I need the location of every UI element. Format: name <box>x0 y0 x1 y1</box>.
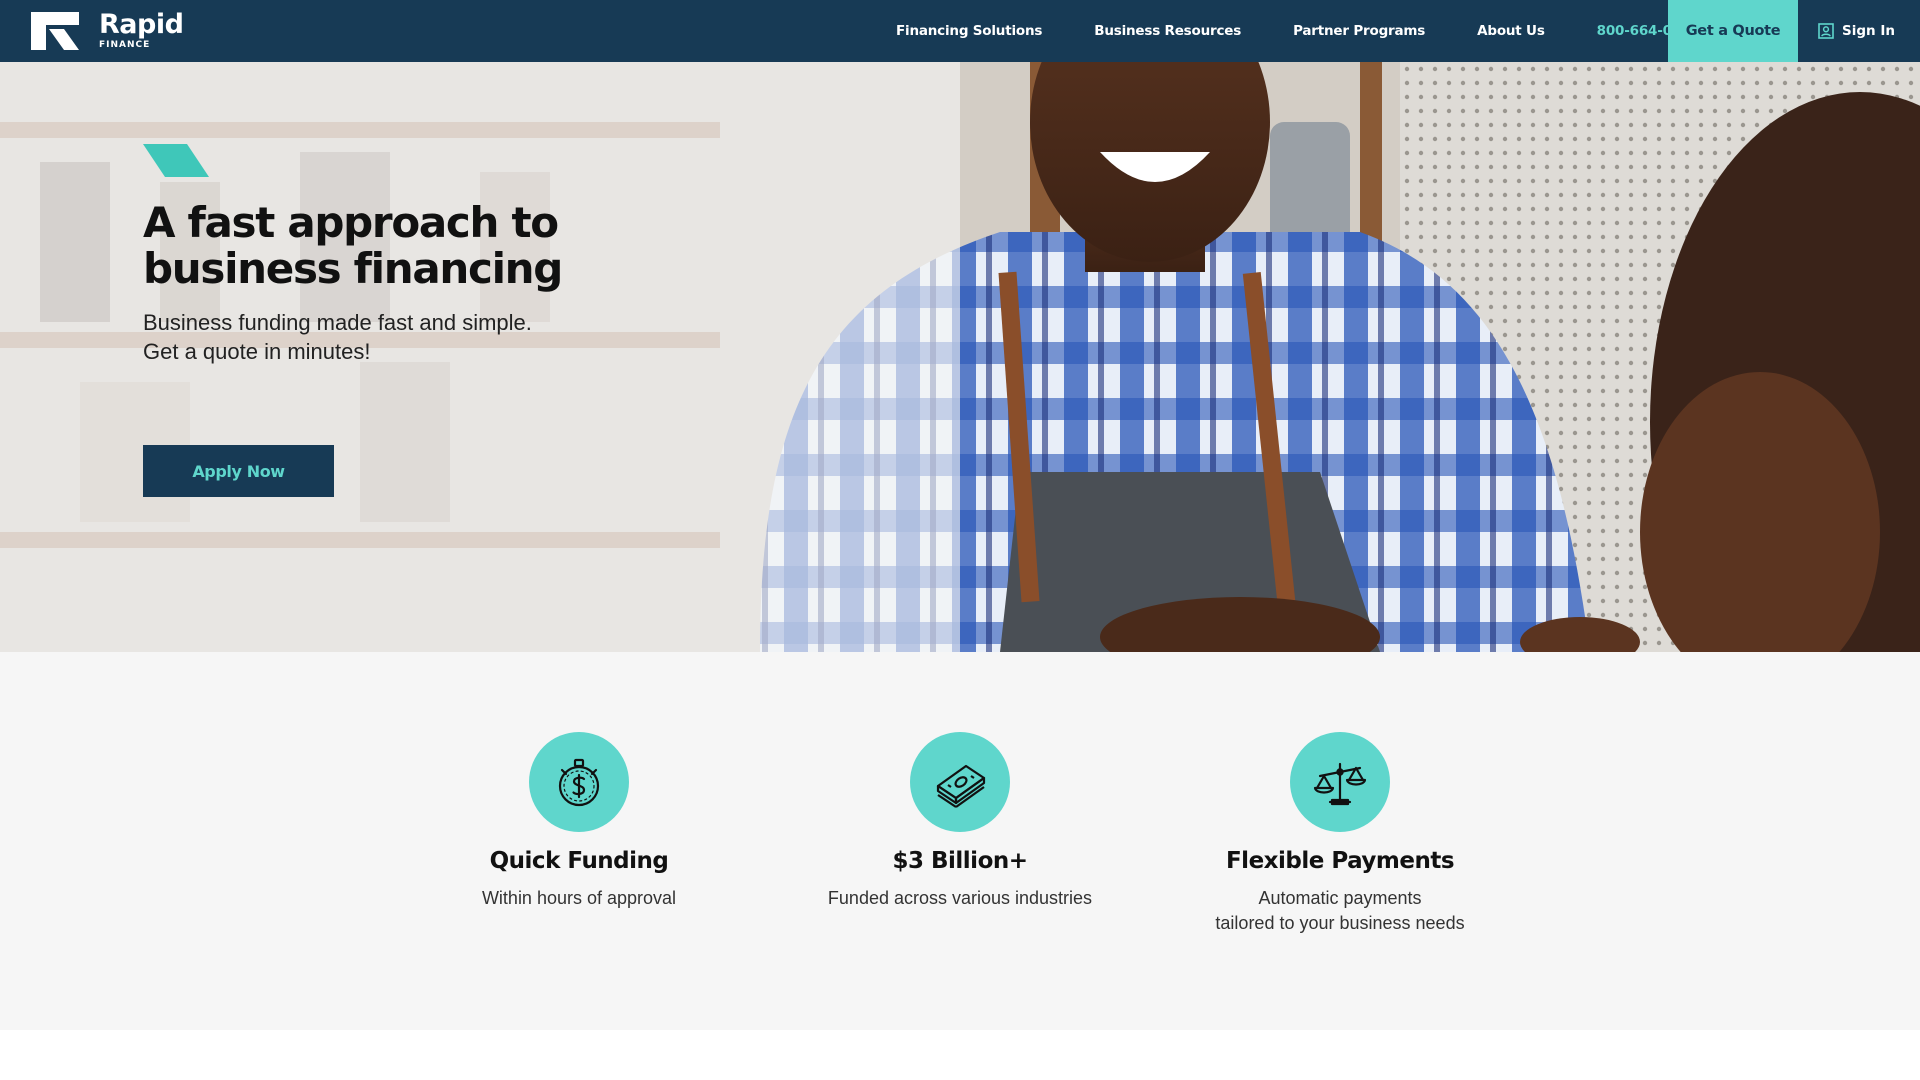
hero-subtitle: Business funding made fast and simple. G… <box>143 308 703 366</box>
sign-in-link[interactable]: Sign In <box>1818 0 1895 62</box>
feature-title: $3 Billion+ <box>892 848 1028 874</box>
feature-description: Within hours of approval <box>482 886 676 911</box>
apply-now-button[interactable]: Apply Now <box>143 445 334 497</box>
feature-icon-circle <box>910 732 1010 832</box>
top-nav: Rapid FINANCE Financing Solutions Busine… <box>0 0 1920 62</box>
nav-business-resources[interactable]: Business Resources <box>1068 23 1267 39</box>
feature-description-line: Within hours of approval <box>481 888 677 908</box>
feature-icon-circle <box>529 732 629 832</box>
nav-partner-programs[interactable]: Partner Programs <box>1267 23 1451 39</box>
features-section: Quick Funding Within hours of approval $… <box>0 652 1920 1030</box>
user-account-icon <box>1818 23 1834 39</box>
feature-icon-circle <box>1290 732 1390 832</box>
feature-description: Funded across various industries <box>828 886 1092 911</box>
feature-3-billion: $3 Billion+ Funded across various indust… <box>770 732 1150 911</box>
feature-flexible-payments: Flexible Payments Automatic payments tai… <box>1150 732 1530 936</box>
feature-quick-funding: Quick Funding Within hours of approval <box>389 732 769 911</box>
balance-scale-icon <box>1313 762 1367 806</box>
page-bottom <box>0 1030 1920 1080</box>
feature-description-line: Automatic payments <box>1258 888 1422 908</box>
nav-about-us[interactable]: About Us <box>1451 23 1571 39</box>
nav-links: Financing Solutions Business Resources P… <box>870 0 1725 62</box>
brand-logo[interactable]: Rapid FINANCE <box>31 9 184 50</box>
get-a-quote-button[interactable]: Get a Quote <box>1668 0 1798 62</box>
money-stack-icon <box>936 764 986 808</box>
feature-description-line: Funded across various industries <box>827 888 1093 908</box>
feature-description: Automatic payments tailored to your busi… <box>1215 886 1464 936</box>
hero-section: A fast approach to business financing Bu… <box>0 62 1920 652</box>
hero-subtitle-line: Business funding made fast and simple. <box>143 310 532 335</box>
sign-in-label: Sign In <box>1842 23 1895 39</box>
rapid-logo-icon <box>31 12 79 50</box>
nav-financing-solutions[interactable]: Financing Solutions <box>870 23 1068 39</box>
feature-title: Flexible Payments <box>1225 848 1455 874</box>
hero-title: A fast approach to business financing <box>143 198 563 293</box>
feature-description-line: tailored to your business needs <box>1215 913 1465 933</box>
brand-name: Rapid <box>99 9 184 40</box>
hero-subtitle-line: Get a quote in minutes! <box>143 339 371 364</box>
stopwatch-dollar-icon <box>558 758 600 807</box>
accent-shape <box>143 144 209 177</box>
brand-sub: FINANCE <box>99 40 151 50</box>
feature-title: Quick Funding <box>489 848 669 874</box>
